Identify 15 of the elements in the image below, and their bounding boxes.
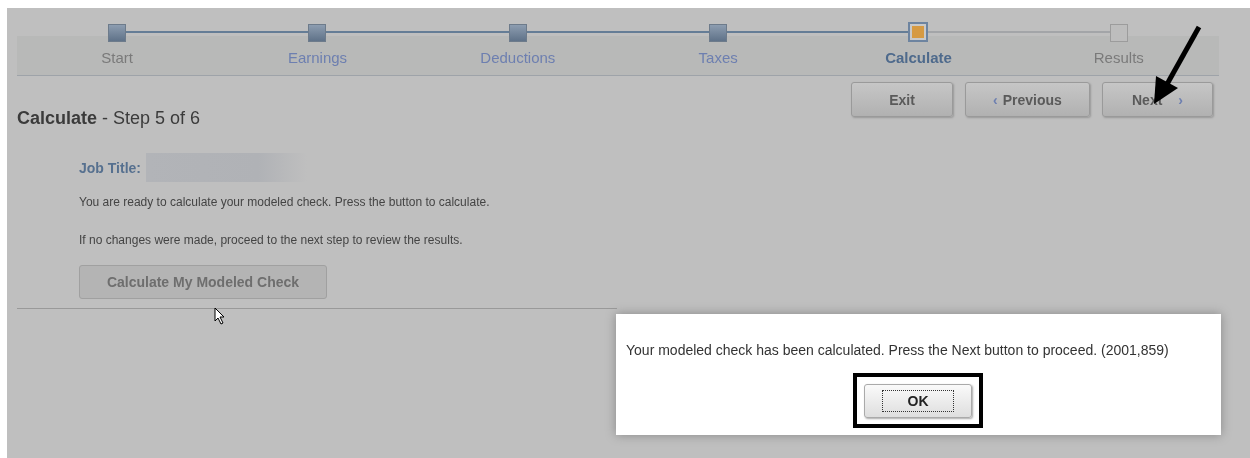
step-label[interactable]: Deductions bbox=[480, 49, 556, 66]
previous-button[interactable]: ‹ Previous bbox=[965, 82, 1090, 117]
step-label: Calculate bbox=[885, 49, 952, 66]
instruction-text: If no changes were made, proceed to the next step to review the results. bbox=[79, 233, 464, 247]
dialog-message: Your modeled check has been calculated. Press the Next button to proceed. (2001,859) bbox=[626, 342, 1170, 358]
job-title-label: Job Title: bbox=[79, 159, 141, 176]
page-heading: Calculate - Step 5 of 6 bbox=[17, 108, 202, 129]
exit-button[interactable]: Exit bbox=[851, 82, 953, 117]
step-label[interactable]: Taxes bbox=[698, 49, 738, 66]
instruction-text: You are ready to calculate your modeled check. Press the button to calculate. bbox=[79, 195, 491, 209]
ok-button[interactable]: OK bbox=[864, 383, 972, 418]
step-label: Start bbox=[101, 49, 133, 66]
step-label[interactable]: Earnings bbox=[287, 49, 348, 66]
step-label: Results bbox=[1093, 49, 1144, 66]
cursor-icon bbox=[214, 307, 226, 325]
